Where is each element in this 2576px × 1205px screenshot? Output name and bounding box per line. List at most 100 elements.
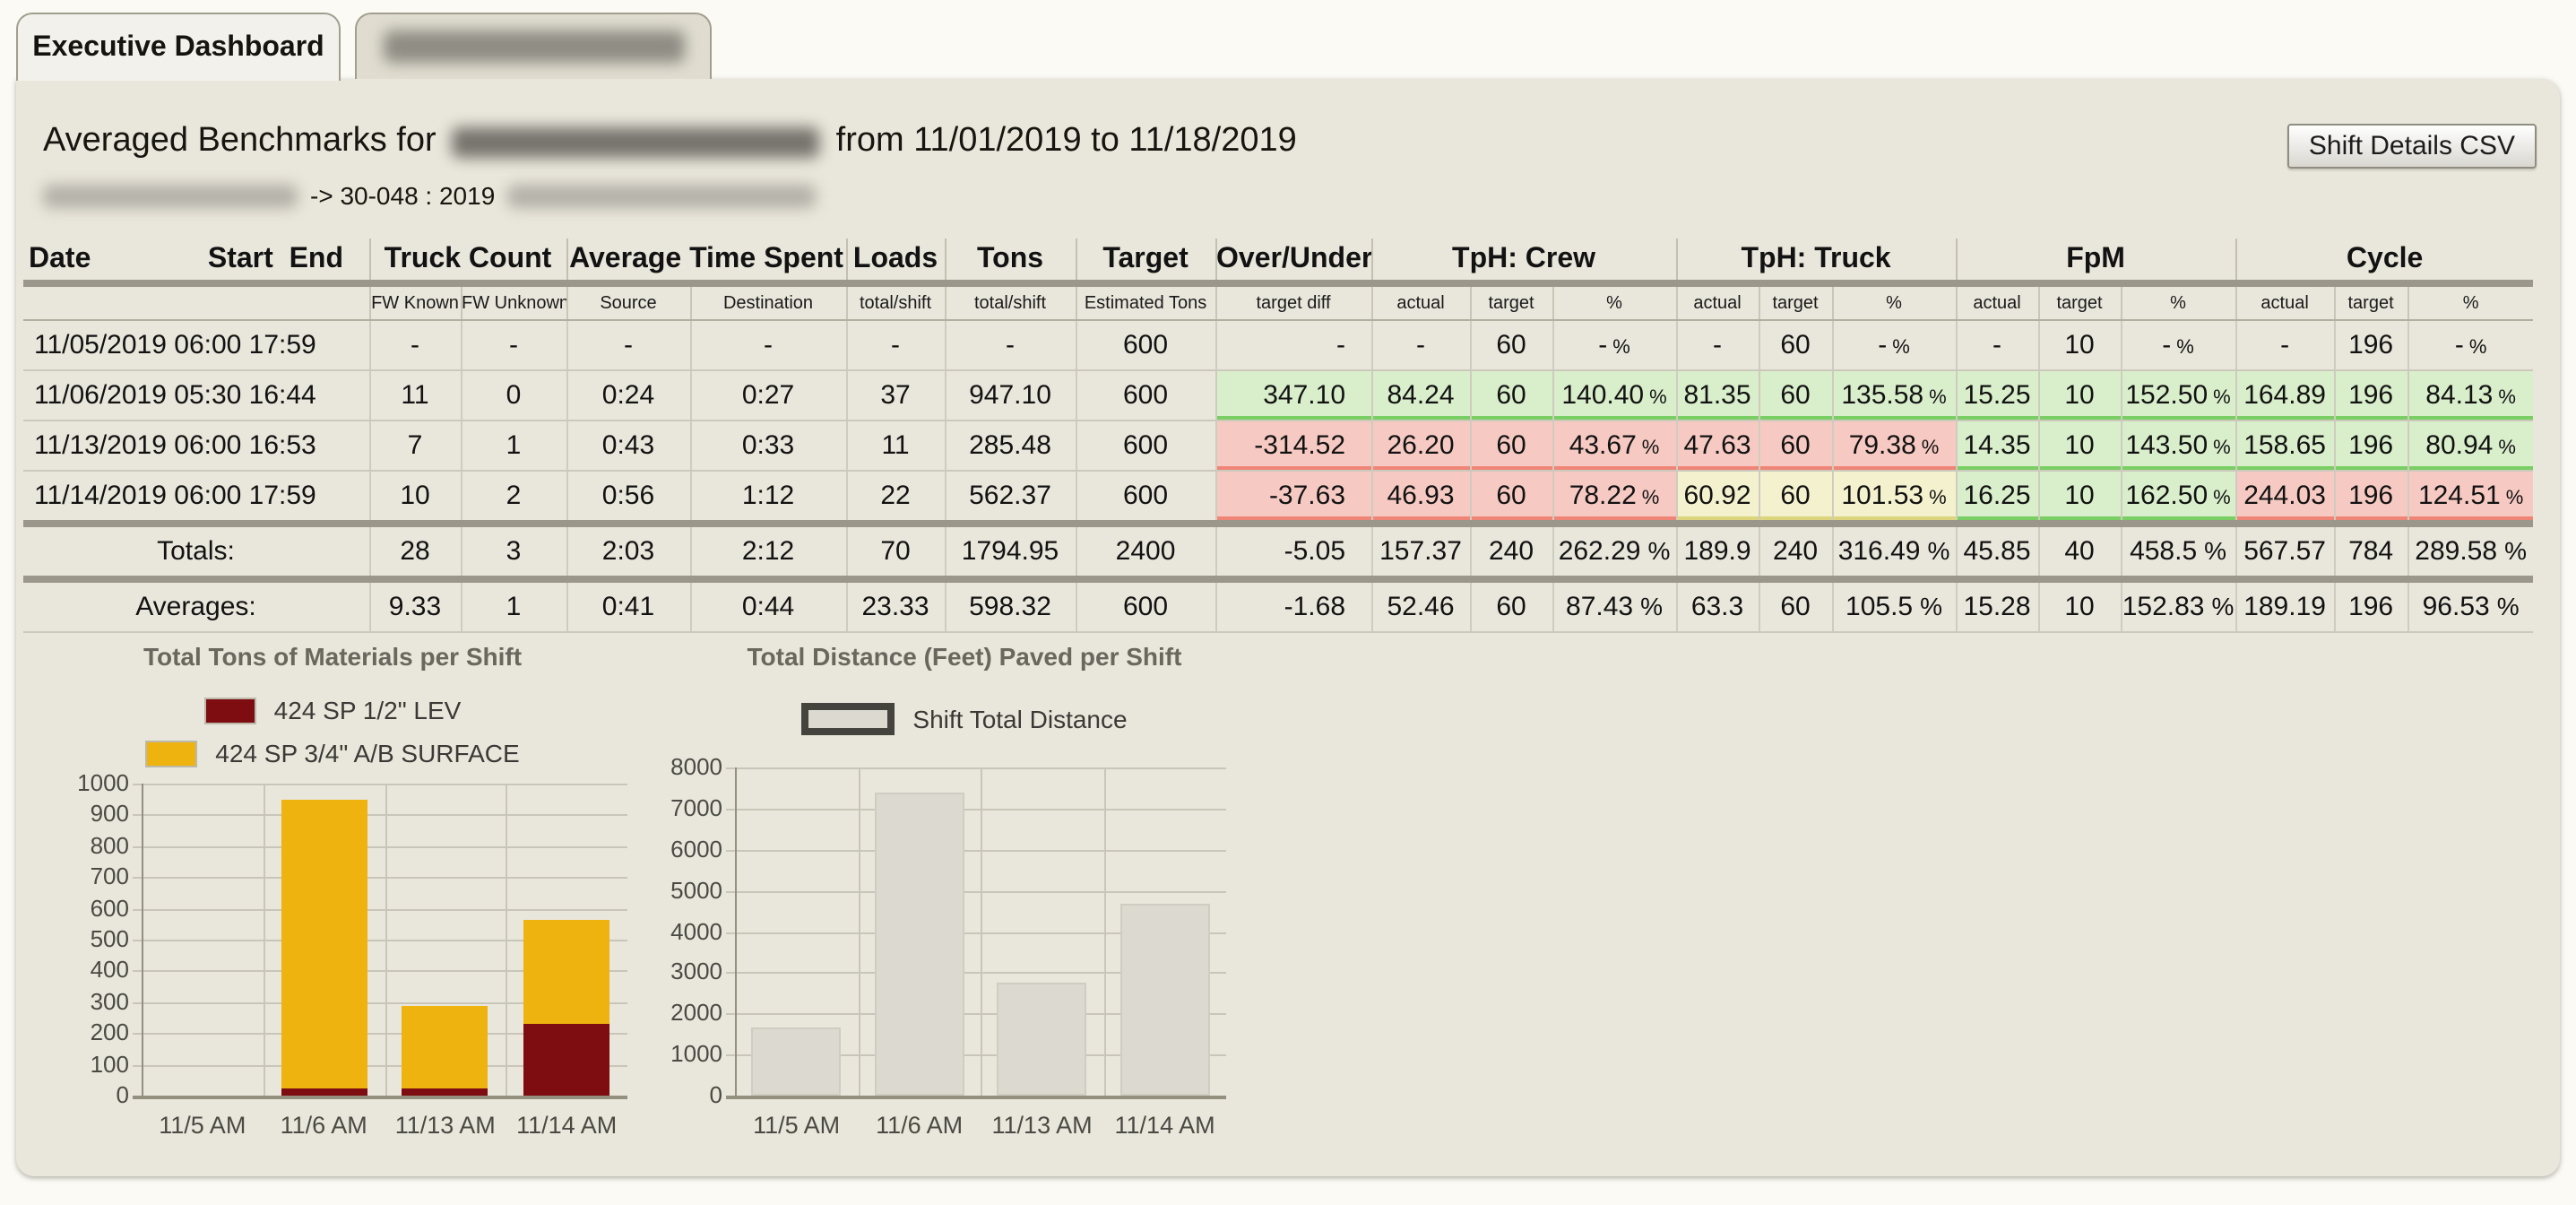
table-cell: 23.33 — [846, 579, 945, 632]
table-cell: 80.94% — [2407, 420, 2533, 471]
y-axis-tick-label: 1000 — [651, 1040, 722, 1067]
table-cell: - — [1215, 320, 1371, 370]
table-cell: 11 — [846, 420, 945, 471]
table-cell: 196 — [2334, 579, 2407, 632]
percent-sign: % — [1892, 337, 1910, 359]
tab-redacted[interactable] — [355, 13, 712, 79]
y-axis-tick-label: 5000 — [651, 876, 722, 903]
gridline — [858, 767, 860, 1096]
y-axis-tick-label: 800 — [57, 832, 129, 859]
table-cell: 11/06/2019 05:30 16:44 — [23, 370, 369, 420]
table-cell: 162.50% — [2121, 471, 2235, 524]
table-cell: 2:03 — [566, 524, 690, 579]
table-cell: -% — [2121, 320, 2235, 370]
y-axis-tick-label: 300 — [57, 988, 129, 1015]
legend-item-lev: 424 SP 1/2" LEV — [204, 696, 462, 724]
percent-sign: % — [2497, 592, 2520, 620]
percent-sign: % — [1929, 387, 1947, 409]
column-header-date: Date — [29, 243, 91, 275]
percent-sign: % — [1647, 536, 1670, 565]
table-cell: 63.3 — [1676, 579, 1759, 632]
y-axis-tick-label: 1000 — [57, 769, 129, 796]
table-cell: 81.35 — [1676, 370, 1759, 420]
table-subheader: Destination — [690, 283, 846, 320]
percent-sign: % — [1929, 488, 1947, 509]
y-axis-tick-label: 4000 — [651, 917, 722, 944]
y-axis-tick-label: 6000 — [651, 836, 722, 863]
percent-sign: % — [1649, 387, 1667, 409]
tons-chart-legend: 424 SP 1/2" LEV 424 SP 3/4" A/B SURFACE — [23, 696, 642, 767]
redacted-plant-name — [43, 184, 298, 207]
table-cell: 26.20 — [1371, 420, 1470, 471]
table-cell: 9.33 — [369, 579, 461, 632]
table-cell: 143.50% — [2121, 420, 2235, 471]
gridline — [726, 767, 1226, 769]
chart-bar — [523, 920, 609, 1024]
table-cell: 15.28 — [1956, 579, 2038, 632]
table-subheader: target — [1470, 283, 1552, 320]
shift-details-csv-button[interactable]: Shift Details CSV — [2287, 124, 2537, 169]
table-cell: 458.5% — [2121, 524, 2235, 579]
benchmarks-table-body: 11/05/2019 06:00 17:59------600--60-%-60… — [23, 320, 2533, 632]
y-axis-tick-label: 0 — [651, 1081, 722, 1108]
table-cell: 562.37 — [945, 471, 1076, 524]
tab-label: Executive Dashboard — [32, 31, 324, 64]
table-cell: 347.10 — [1215, 370, 1371, 420]
table-cell: 60 — [1470, 370, 1552, 420]
percent-sign: % — [1642, 438, 1660, 459]
table-cell: - — [369, 320, 461, 370]
gridline — [1103, 767, 1105, 1096]
percent-sign: % — [1642, 488, 1660, 509]
y-axis-tick-label: 400 — [57, 957, 129, 984]
table-cell: 84.13% — [2407, 370, 2533, 420]
x-axis-tick-label: 11/14 AM — [1090, 1112, 1240, 1139]
table-cell: 45.85 — [1956, 524, 2038, 579]
column-header-truck-count: Truck Count — [369, 238, 566, 283]
table-cell: 157.37 — [1371, 524, 1470, 579]
legend-swatch-distance — [801, 703, 895, 735]
column-header-tph-truck: TpH: Truck — [1676, 238, 1956, 283]
benchmarks-table: Date Start End Truck Count Average Time … — [23, 238, 2533, 633]
y-axis-tick-label: 600 — [57, 894, 129, 921]
table-cell: - — [461, 320, 566, 370]
table-cell: 11/14/2019 06:00 17:59 — [23, 471, 369, 524]
percent-sign: % — [2498, 387, 2516, 409]
table-row-data: 11/13/2019 06:00 16:53710:430:3311285.48… — [23, 420, 2533, 471]
table-cell: - — [945, 320, 1076, 370]
table-cell: -% — [1552, 320, 1676, 370]
column-header-target: Target — [1076, 238, 1215, 283]
gridline — [133, 908, 627, 910]
table-subheader: target diff — [1215, 283, 1371, 320]
table-cell: 10 — [2038, 420, 2121, 471]
percent-sign: % — [2506, 488, 2524, 509]
table-cell: 600 — [1076, 579, 1215, 632]
chart-bar — [281, 800, 367, 1088]
table-row-averages: Averages:9.3310:410:4423.33598.32600-1.6… — [23, 579, 2533, 632]
table-cell: 46.93 — [1371, 471, 1470, 524]
table-cell: 0:43 — [566, 420, 690, 471]
table-cell: 244.03 — [2235, 471, 2334, 524]
table-cell: -1.68 — [1215, 579, 1371, 632]
column-header-start-end: Start End — [208, 243, 343, 275]
table-cell: Totals: — [23, 524, 369, 579]
percent-sign: % — [2213, 387, 2231, 409]
table-cell: 0:41 — [566, 579, 690, 632]
table-cell: 70 — [846, 524, 945, 579]
table-cell: 152.83% — [2121, 579, 2235, 632]
redacted-job-name — [507, 184, 816, 207]
table-cell: 60 — [1470, 471, 1552, 524]
distance-chart-legend: Shift Total Distance — [660, 703, 1269, 735]
table-cell: - — [2235, 320, 2334, 370]
tab-executive-dashboard[interactable]: Executive Dashboard — [16, 13, 341, 81]
gridline — [981, 767, 982, 1096]
percent-sign: % — [1920, 592, 1942, 620]
percent-sign: % — [2469, 337, 2487, 359]
table-cell: -% — [2407, 320, 2533, 370]
percent-sign: % — [1612, 337, 1630, 359]
table-cell: 43.67% — [1552, 420, 1676, 471]
table-cell: 10 — [2038, 471, 2121, 524]
legend-label-lev: 424 SP 1/2" LEV — [274, 696, 462, 724]
column-header-fpm: FpM — [1956, 238, 2235, 283]
table-cell: - — [1676, 320, 1759, 370]
table-subheader: target — [2038, 283, 2121, 320]
